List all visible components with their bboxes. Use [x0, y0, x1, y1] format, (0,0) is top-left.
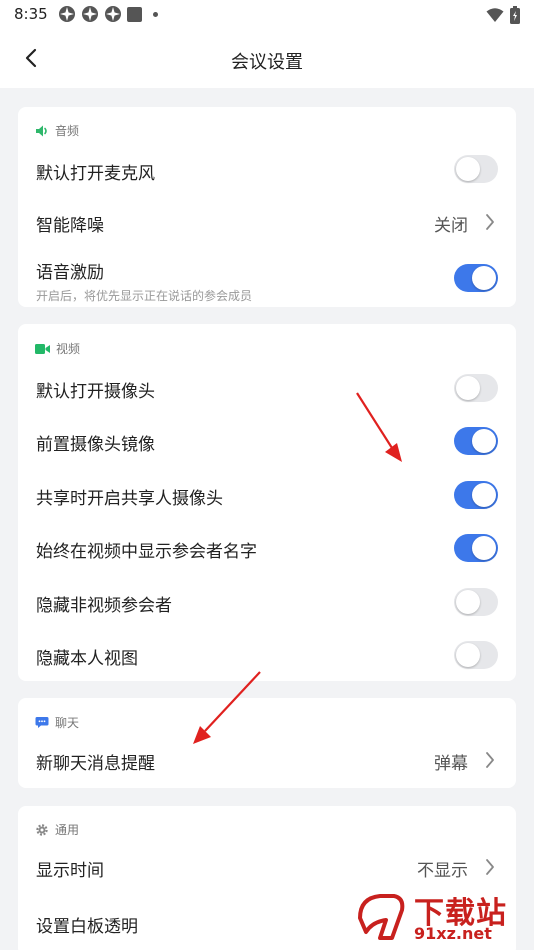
chevron-right-icon [486, 214, 494, 230]
voice-activation-description: 开启后，将优先显示正在说话的参会成员 [36, 289, 253, 303]
camera-mirror-toggle[interactable] [454, 427, 498, 455]
video-section-header: 视频 [35, 340, 80, 357]
default-mic-toggle[interactable] [454, 155, 498, 183]
hide-nonvideo-toggle[interactable] [454, 588, 498, 616]
speaker-icon [36, 125, 47, 136]
show-names-row[interactable]: 始终在视频中显示参会者名字 [18, 531, 516, 567]
share-camera-toggle[interactable] [454, 481, 498, 509]
camera-mirror-row[interactable]: 前置摄像头镜像 [18, 424, 516, 460]
noise-reduction-label: 智能降噪 [36, 216, 104, 236]
noise-reduction-value: 关闭 [434, 216, 468, 236]
new-message-alert-row[interactable]: 新聊天消息提醒 弹幕 [18, 744, 516, 780]
voice-activation-row[interactable]: 语音激励 开启后，将优先显示正在说话的参会成员 [18, 253, 516, 305]
chat-section-header: 聊天 [35, 714, 79, 731]
new-message-alert-label: 新聊天消息提醒 [36, 754, 155, 774]
voice-activation-toggle[interactable] [454, 264, 498, 292]
show-names-toggle[interactable] [454, 534, 498, 562]
camera-mirror-label: 前置摄像头镜像 [36, 435, 155, 455]
status-time: 8:35 [14, 5, 48, 23]
chat-bubble-icon [35, 717, 49, 728]
square-icon [127, 6, 142, 22]
chevron-right-icon [486, 752, 494, 768]
video-camera-icon [35, 343, 50, 354]
share-camera-row[interactable]: 共享时开启共享人摄像头 [18, 477, 516, 513]
app-notification-icon [59, 6, 75, 22]
show-time-label: 显示时间 [36, 861, 104, 881]
hide-self-toggle[interactable] [454, 641, 498, 669]
watermark-logo: 下载站 91xz.net [352, 888, 528, 948]
default-mic-row[interactable]: 默认打开麦克风 [18, 151, 516, 187]
default-mic-label: 默认打开麦克风 [36, 164, 155, 184]
general-section-header: 通用 [35, 821, 79, 838]
whiteboard-transparent-label: 设置白板透明 [36, 917, 138, 937]
show-time-row[interactable]: 显示时间 不显示 [18, 850, 516, 886]
noise-reduction-row[interactable]: 智能降噪 关闭 [18, 204, 516, 240]
audio-section-header: 音频 [35, 122, 79, 139]
hide-self-label: 隐藏本人视图 [36, 649, 138, 669]
default-camera-toggle[interactable] [454, 374, 498, 402]
watermark-emblem-icon [358, 894, 405, 940]
app-notification-icon [105, 6, 121, 22]
status-bar: 8:35 [0, 0, 534, 30]
voice-activation-label: 语音激励 [36, 263, 104, 283]
dot-icon [153, 11, 158, 17]
watermark-url: 91xz.net [414, 924, 492, 943]
new-message-alert-value: 弹幕 [434, 754, 468, 774]
battery-icon [510, 6, 520, 24]
chat-section-label: 聊天 [55, 716, 80, 730]
app-notification-icon [82, 6, 98, 22]
share-camera-label: 共享时开启共享人摄像头 [36, 489, 223, 509]
default-camera-row[interactable]: 默认打开摄像头 [18, 370, 516, 406]
audio-section: 音频 默认打开麦克风 智能降噪 关闭 语音激励 开启后，将优先显示正在说话的参会… [18, 107, 516, 307]
notification-icons [58, 5, 158, 23]
video-section: 视频 默认打开摄像头 前置摄像头镜像 共享时开启共享人摄像头 始终在视频中显示参… [18, 324, 516, 681]
video-section-label: 视频 [56, 342, 81, 356]
gear-icon [36, 823, 48, 836]
chat-section: 聊天 新聊天消息提醒 弹幕 [18, 698, 516, 788]
general-section-label: 通用 [55, 823, 80, 837]
default-camera-label: 默认打开摄像头 [36, 382, 155, 402]
hide-nonvideo-row[interactable]: 隐藏非视频参会者 [18, 584, 516, 620]
show-names-label: 始终在视频中显示参会者名字 [36, 542, 257, 562]
nav-bar: 会议设置 [0, 30, 534, 88]
wifi-icon [486, 8, 504, 22]
page-title: 会议设置 [231, 52, 303, 73]
hide-self-row[interactable]: 隐藏本人视图 [18, 637, 516, 673]
audio-section-label: 音频 [55, 124, 80, 138]
chevron-right-icon [486, 859, 494, 875]
hide-nonvideo-label: 隐藏非视频参会者 [36, 596, 172, 616]
show-time-value: 不显示 [417, 861, 468, 881]
